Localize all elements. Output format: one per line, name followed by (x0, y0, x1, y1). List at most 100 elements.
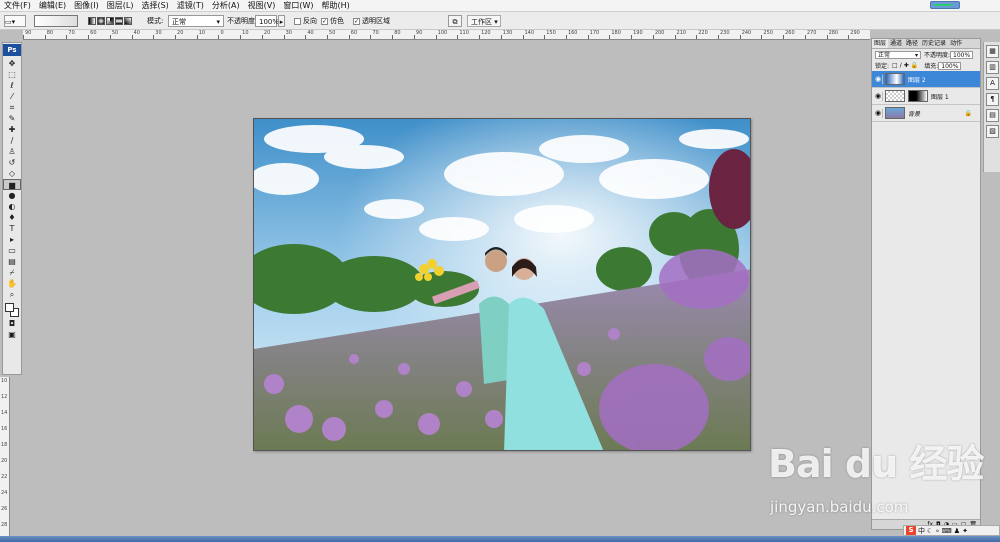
linear-gradient-icon[interactable] (88, 17, 96, 25)
ruler-tick-label: 100 (437, 30, 448, 36)
magic-wand-tool-icon[interactable]: ⁄ (3, 91, 21, 102)
layer-row-2[interactable]: ◉ 图层 2 (872, 71, 980, 88)
opacity-slider-toggle[interactable]: ▸ (278, 15, 285, 27)
menu-view[interactable]: 视图(V) (244, 0, 280, 12)
path-select-tool-icon[interactable]: ▸ (3, 234, 21, 245)
blend-mode-value: 正常 (878, 51, 891, 59)
type-tool-icon[interactable]: T (3, 223, 21, 234)
paragraph-icon[interactable]: ¶ (986, 93, 999, 106)
quick-mask-icon[interactable]: ◘ (3, 318, 21, 329)
ruler-tick-label: 150 (546, 30, 556, 36)
reflected-gradient-icon[interactable] (115, 17, 123, 25)
layer-name[interactable]: 背景 (908, 109, 920, 118)
ruler-tick-mark (305, 35, 307, 39)
reverse-checkbox[interactable] (294, 17, 301, 25)
menu-image[interactable]: 图像(I) (70, 0, 103, 12)
ruler-tick-label: 80 (46, 30, 54, 36)
mode-dropdown[interactable]: 正常 ▾ (168, 15, 224, 27)
photoshop-window: 文件(F) 编辑(E) 图像(I) 图层(L) 选择(S) 滤镜(T) 分析(A… (0, 0, 1000, 542)
diamond-gradient-icon[interactable] (124, 17, 132, 25)
shape-tool-icon[interactable]: ▭ (3, 245, 21, 256)
move-tool-icon[interactable]: ✥ (3, 58, 21, 69)
ruler-tick-mark (196, 35, 198, 39)
layer-thumbnail (885, 107, 905, 119)
lock-icons[interactable]: □∕✚🔒 (892, 62, 920, 69)
transparency-checkbox[interactable]: ✓ (353, 17, 360, 25)
menu-filter[interactable]: 滤镜(T) (173, 0, 208, 12)
gradient-tool-icon[interactable]: ■ (3, 179, 21, 190)
healing-tool-icon[interactable]: ✚ (3, 124, 21, 135)
layer-name[interactable]: 图层 1 (931, 92, 949, 101)
transparency-option[interactable]: ✓ 透明区域 (353, 15, 390, 27)
eye-icon[interactable]: ◉ (874, 91, 883, 101)
bridge-icon[interactable]: ⧉ (448, 15, 462, 27)
crop-tool-icon[interactable]: ⌗ (3, 102, 21, 113)
eyedropper-tool-icon[interactable]: ⌿ (3, 267, 21, 278)
ruler-tick-label: 60 (90, 30, 97, 36)
pen-tool-icon[interactable]: ♦ (3, 212, 21, 223)
menu-window[interactable]: 窗口(W) (279, 0, 317, 12)
menu-select[interactable]: 选择(S) (137, 0, 172, 12)
notes-tool-icon[interactable]: ▤ (3, 256, 21, 267)
tab-actions[interactable]: 动作 (948, 39, 964, 48)
screen-mode-icon[interactable]: ▣ (3, 329, 21, 340)
foreground-color-swatch[interactable] (5, 303, 14, 312)
lasso-tool-icon[interactable]: ℓ (3, 80, 21, 91)
history-icon[interactable]: ▥ (986, 61, 999, 74)
marquee-tool-icon[interactable]: ⬚ (3, 69, 21, 80)
stamp-tool-icon[interactable]: ♙ (3, 146, 21, 157)
ruler-tick-mark (44, 35, 46, 39)
eye-icon[interactable]: ◉ (874, 74, 883, 84)
dither-option[interactable]: ✓ 仿色 (321, 15, 344, 27)
ruler-tick-label: 20 (1, 458, 8, 464)
layer-name[interactable]: 图层 2 (908, 75, 926, 84)
layer-opacity-input[interactable]: 100% (950, 50, 974, 59)
angle-gradient-icon[interactable] (106, 17, 114, 25)
opacity-input[interactable]: 100% (255, 15, 279, 27)
ruler-tick-label: 90 (415, 30, 423, 36)
gradient-picker[interactable] (34, 15, 78, 27)
ruler-tick-mark (392, 35, 394, 39)
swatches-icon[interactable]: ▤ (986, 109, 999, 122)
ruler-tick-label: 60 (350, 30, 358, 36)
menu-layer[interactable]: 图层(L) (103, 0, 138, 12)
color-swatches[interactable] (3, 302, 21, 318)
ruler-tick-mark (804, 35, 806, 39)
styles-icon[interactable]: ▧ (986, 125, 999, 138)
dodge-tool-icon[interactable]: ◐ (3, 201, 21, 212)
tab-paths[interactable]: 路径 (904, 39, 920, 48)
layer-row-1[interactable]: ◉ 图层 1 (872, 88, 980, 105)
chevron-down-icon: ▾ (914, 51, 918, 59)
slice-tool-icon[interactable]: ✎ (3, 113, 21, 124)
panel-tabs: 图层 通道 路径 历史记录 动作 (872, 39, 980, 49)
document-canvas[interactable] (253, 118, 751, 451)
tab-channels[interactable]: 通道 (888, 39, 904, 48)
menu-file[interactable]: 文件(F) (0, 0, 35, 12)
radial-gradient-icon[interactable] (97, 17, 105, 25)
windows-taskbar[interactable] (0, 536, 1000, 542)
ruler-tick-label: 16 (1, 426, 8, 432)
fill-input[interactable]: 100% (938, 61, 962, 70)
tab-layers[interactable]: 图层 (872, 39, 889, 48)
menu-analysis[interactable]: 分析(A) (208, 0, 244, 12)
menu-edit[interactable]: 编辑(E) (35, 0, 70, 12)
ruler-tick-label: 50 (329, 30, 336, 36)
brush-tool-icon[interactable]: ∕ (3, 135, 21, 146)
blur-tool-icon[interactable]: ● (3, 190, 21, 201)
dither-checkbox[interactable]: ✓ (321, 17, 328, 25)
eye-icon[interactable]: ◉ (874, 108, 883, 118)
workspace-button[interactable]: 工作区 ▾ (467, 15, 501, 27)
eraser-tool-icon[interactable]: ◇ (3, 168, 21, 179)
menu-help[interactable]: 帮助(H) (318, 0, 354, 12)
zoom-tool-icon[interactable]: ⌕ (3, 289, 21, 300)
character-icon[interactable]: A (986, 77, 999, 90)
blend-mode-dropdown[interactable]: 正常 ▾ (875, 50, 921, 59)
tool-preset-picker[interactable]: ▭▾ (4, 15, 26, 27)
reverse-option[interactable]: 反向 (294, 15, 317, 27)
wedding-photo (254, 119, 750, 450)
navigator-icon[interactable]: ▦ (986, 45, 999, 58)
hand-tool-icon[interactable]: ✋ (3, 278, 21, 289)
layer-row-background[interactable]: ◉ 背景 🔒 (872, 105, 980, 122)
tab-history[interactable]: 历史记录 (920, 39, 948, 48)
history-brush-tool-icon[interactable]: ↺ (3, 157, 21, 168)
